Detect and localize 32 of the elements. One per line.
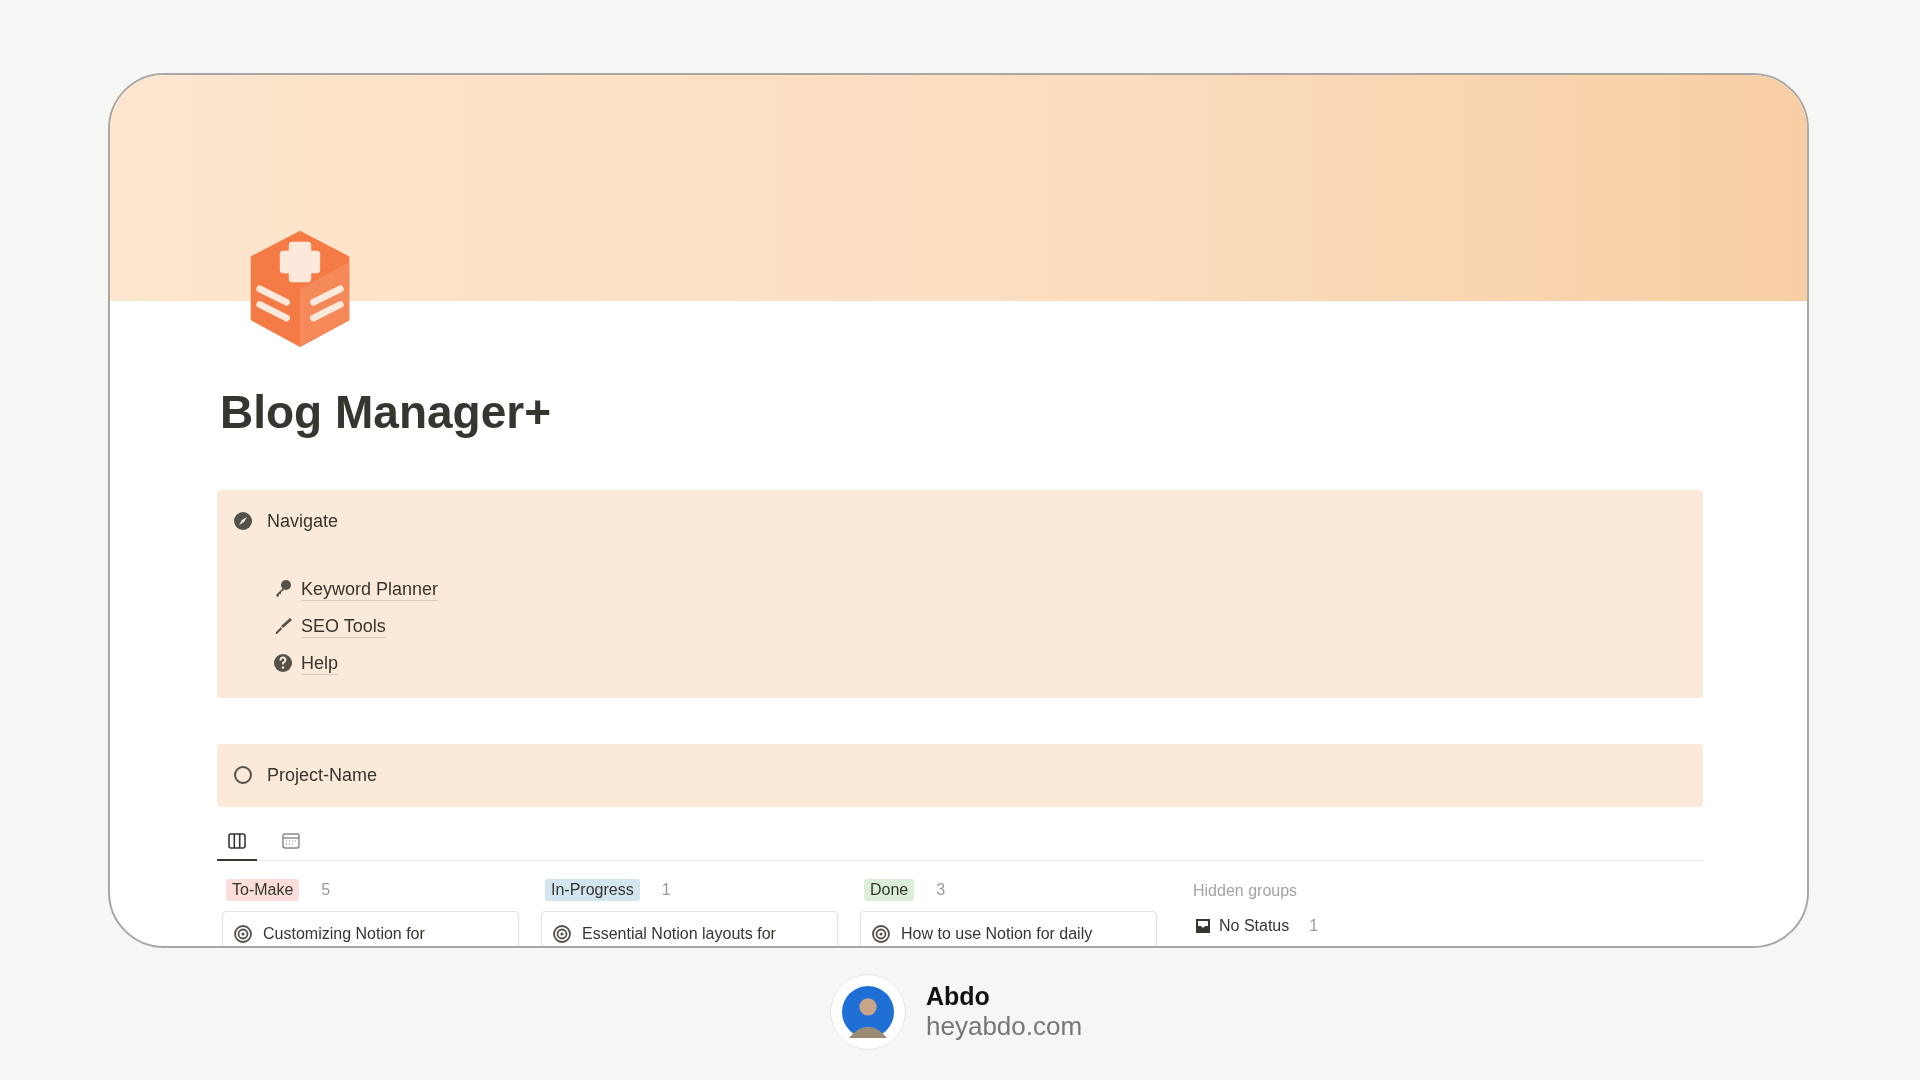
author-name: Abdo [926, 982, 991, 1011]
compass-icon [233, 511, 253, 532]
target-icon [871, 923, 891, 944]
help-icon [273, 653, 293, 674]
board-card[interactable]: Essential Notion layouts for [541, 910, 838, 946]
group-count: 1 [1309, 916, 1319, 935]
group-count: 1 [661, 880, 671, 899]
page-link[interactable]: Help [301, 651, 339, 675]
target-icon [233, 923, 253, 944]
page-title: Blog Manager+ [220, 387, 552, 438]
circle-icon [233, 765, 253, 786]
group-count: 3 [936, 880, 946, 899]
card-title: Customizing Notion for [263, 924, 425, 943]
callout-title: Project-Name [267, 764, 378, 786]
hidden-groups-label: Hidden groups [1193, 880, 1299, 900]
author-website: heyabdo.com [926, 1011, 1083, 1042]
status-tag: In-Progress [545, 878, 640, 901]
status-tag: Done [864, 878, 915, 901]
page-link[interactable]: Keyword Planner [301, 577, 439, 601]
page-link[interactable]: SEO Tools [301, 614, 386, 638]
status-tag: To-Make [226, 878, 300, 901]
board-card[interactable]: How to use Notion for daily [860, 910, 1157, 946]
board-view-icon[interactable] [227, 830, 247, 851]
group-name[interactable]: No Status [1219, 916, 1290, 935]
target-icon [552, 923, 572, 944]
board-card[interactable]: Customizing Notion for [222, 910, 519, 946]
callout-title: Navigate [267, 510, 339, 532]
card-title: Essential Notion layouts for [582, 924, 776, 943]
calendar-icon[interactable] [281, 830, 301, 851]
group-count: 5 [321, 880, 331, 899]
card-title: How to use Notion for daily [901, 924, 1093, 943]
key-icon [273, 579, 293, 600]
